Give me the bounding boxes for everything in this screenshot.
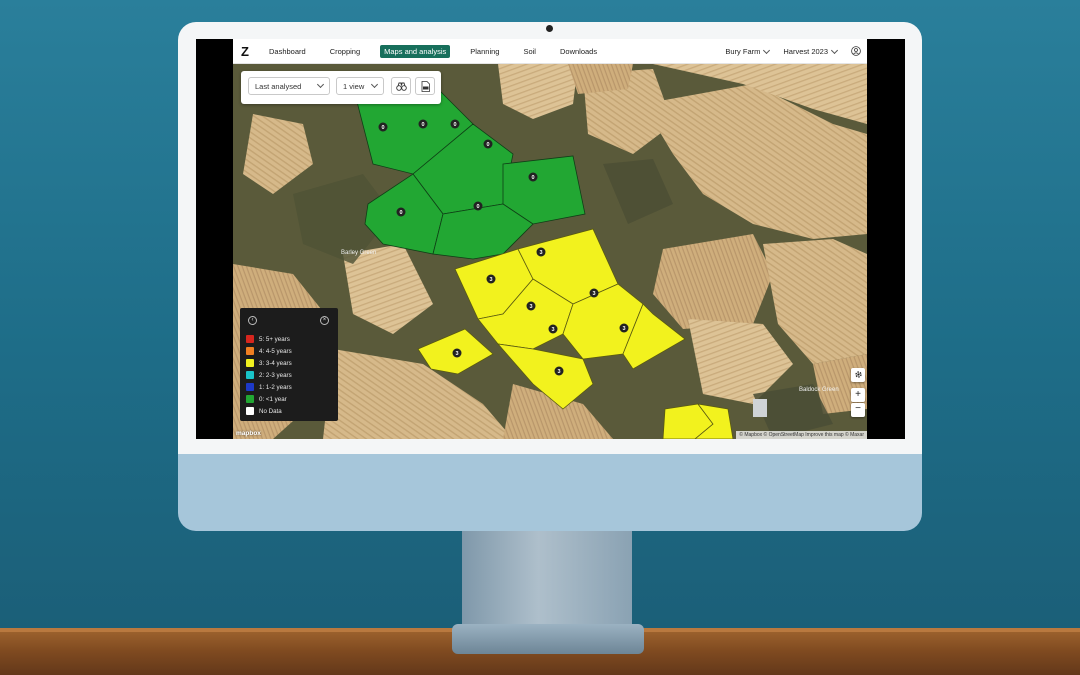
legend-item: 4: 4-5 years bbox=[246, 345, 292, 357]
svg-text:0: 0 bbox=[399, 210, 402, 216]
svg-text:3: 3 bbox=[622, 326, 625, 332]
zoom-out-button[interactable]: − bbox=[851, 403, 865, 417]
map-attribution[interactable]: © Mapbox © OpenStreetMap Improve this ma… bbox=[736, 431, 867, 439]
analysis-select[interactable]: Last analysed bbox=[248, 77, 330, 95]
chevron-down-icon bbox=[763, 46, 771, 54]
place-label: Barley Green bbox=[341, 250, 376, 256]
svg-text:0: 0 bbox=[476, 204, 479, 210]
monitor-screen: Z Dashboard Cropping Maps and analysis P… bbox=[196, 39, 905, 439]
top-nav: Z Dashboard Cropping Maps and analysis P… bbox=[233, 39, 867, 64]
legend-swatch bbox=[246, 407, 254, 415]
analysis-select-value: Last analysed bbox=[255, 81, 302, 91]
field-marker[interactable]: 0 bbox=[528, 172, 538, 182]
svg-text:3: 3 bbox=[489, 277, 492, 283]
field-marker[interactable]: 3 bbox=[589, 288, 599, 298]
binoculars-icon bbox=[395, 82, 407, 91]
svg-text:0: 0 bbox=[421, 122, 424, 128]
legend-label: 0: <1 year bbox=[259, 395, 287, 403]
svg-text:3: 3 bbox=[557, 369, 560, 375]
legend-swatch bbox=[246, 371, 254, 379]
monitor-stand bbox=[462, 528, 632, 628]
nav-cropping[interactable]: Cropping bbox=[326, 45, 364, 58]
monitor-chin bbox=[178, 452, 922, 531]
legend-label: 2: 2-3 years bbox=[259, 371, 292, 379]
pdf-export-icon bbox=[421, 80, 430, 92]
compare-button[interactable] bbox=[391, 77, 411, 95]
user-account-icon[interactable] bbox=[851, 46, 861, 56]
legend-label: 3: 3-4 years bbox=[259, 359, 292, 367]
svg-text:3: 3 bbox=[539, 250, 542, 256]
view-select[interactable]: 1 view bbox=[336, 77, 384, 95]
mapbox-logo[interactable]: mapbox bbox=[236, 430, 261, 437]
farm-selector-label: Bury Farm bbox=[725, 46, 761, 56]
app-window: Z Dashboard Cropping Maps and analysis P… bbox=[233, 39, 867, 439]
legend-swatch bbox=[246, 395, 254, 403]
svg-text:3: 3 bbox=[455, 351, 458, 357]
gear-icon bbox=[854, 371, 862, 378]
field-marker[interactable]: 3 bbox=[619, 323, 629, 333]
chevron-down-icon bbox=[316, 80, 325, 89]
place-label: Baldock Green bbox=[799, 387, 839, 393]
logo[interactable]: Z bbox=[237, 43, 253, 59]
legend-swatch bbox=[246, 347, 254, 355]
field-marker[interactable]: 0 bbox=[396, 207, 406, 217]
farm-selector[interactable]: Bury Farm bbox=[725, 46, 771, 56]
nav-soil[interactable]: Soil bbox=[519, 45, 540, 58]
legend-label: 4: 4-5 years bbox=[259, 347, 292, 355]
legend-item: 3: 3-4 years bbox=[246, 357, 292, 369]
svg-text:0: 0 bbox=[531, 175, 534, 181]
legend-swatch bbox=[246, 383, 254, 391]
pdf-export-button[interactable] bbox=[415, 77, 435, 95]
legend-item: 2: 2-3 years bbox=[246, 369, 292, 381]
season-selector[interactable]: Harvest 2023 bbox=[783, 46, 839, 56]
nav-planning[interactable]: Planning bbox=[466, 45, 503, 58]
field-marker[interactable]: 0 bbox=[378, 122, 388, 132]
field-marker[interactable]: 0 bbox=[418, 119, 428, 129]
legend-item: No Data bbox=[246, 405, 292, 417]
legend-label: No Data bbox=[259, 407, 282, 415]
svg-text:0: 0 bbox=[453, 122, 456, 128]
camera-icon bbox=[546, 25, 553, 32]
view-select-value: 1 view bbox=[343, 81, 365, 91]
field-marker[interactable]: 3 bbox=[486, 274, 496, 284]
legend-swatch bbox=[246, 359, 254, 367]
legend-label: 5: 5+ years bbox=[259, 335, 290, 343]
nav-right: Bury Farm Harvest 2023 bbox=[725, 39, 861, 63]
svg-text:3: 3 bbox=[592, 291, 595, 297]
legend-item: 5: 5+ years bbox=[246, 333, 292, 345]
svg-text:3: 3 bbox=[529, 304, 532, 310]
legend-list: 5: 5+ years 4: 4-5 years 3: 3-4 years 2:… bbox=[246, 333, 292, 417]
monitor-foot bbox=[452, 624, 644, 654]
map-settings-button[interactable] bbox=[851, 368, 865, 382]
zoom-in-button[interactable]: + bbox=[851, 388, 865, 402]
field-marker[interactable]: 0 bbox=[450, 119, 460, 129]
field-marker[interactable]: 3 bbox=[548, 324, 558, 334]
field-marker[interactable]: 0 bbox=[483, 139, 493, 149]
farm-building bbox=[753, 399, 767, 417]
legend-swatch bbox=[246, 335, 254, 343]
field-background bbox=[653, 234, 773, 329]
field-marker[interactable]: 3 bbox=[452, 348, 462, 358]
chevron-down-icon bbox=[830, 46, 839, 54]
legend-item: 0: <1 year bbox=[246, 393, 292, 405]
field-marker[interactable]: 3 bbox=[536, 247, 546, 257]
nav-downloads[interactable]: Downloads bbox=[556, 45, 601, 58]
svg-text:3: 3 bbox=[551, 327, 554, 333]
field-marker[interactable]: 3 bbox=[554, 366, 564, 376]
map-toolbar: Last analysed 1 view bbox=[241, 71, 441, 104]
map-legend: ‹ × 5: 5+ years 4: 4-5 years 3: 3-4 year… bbox=[240, 308, 338, 421]
nav-maps-and-analysis[interactable]: Maps and analysis bbox=[380, 44, 451, 58]
svg-text:0: 0 bbox=[486, 142, 489, 148]
legend-back-icon[interactable]: ‹ bbox=[248, 316, 257, 325]
legend-close-icon[interactable]: × bbox=[320, 316, 329, 325]
season-selector-label: Harvest 2023 bbox=[783, 46, 828, 56]
svg-text:0: 0 bbox=[381, 125, 384, 131]
field-marker[interactable]: 3 bbox=[526, 301, 536, 311]
legend-item: 1: 1-2 years bbox=[246, 381, 292, 393]
chevron-down-icon bbox=[370, 80, 379, 89]
nav-dashboard[interactable]: Dashboard bbox=[265, 45, 310, 58]
field-marker[interactable]: 0 bbox=[473, 201, 483, 211]
legend-label: 1: 1-2 years bbox=[259, 383, 292, 391]
